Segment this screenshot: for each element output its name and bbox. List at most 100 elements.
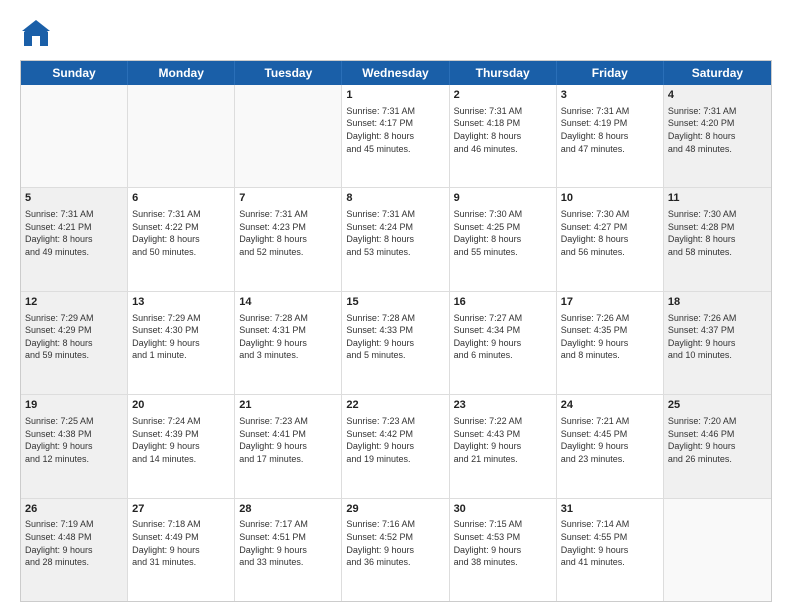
day-number: 10 bbox=[561, 191, 659, 206]
calendar-row-2: 12 Sunrise: 7:29 AM Sunset: 4:29 PM Dayli… bbox=[21, 292, 771, 395]
cell-info: Sunrise: 7:26 AM Sunset: 4:35 PM Dayligh… bbox=[561, 312, 659, 362]
cal-cell-empty-2 bbox=[235, 85, 342, 187]
day-number: 28 bbox=[239, 502, 337, 517]
day-number: 18 bbox=[668, 295, 767, 310]
calendar-row-0: 1 Sunrise: 7:31 AM Sunset: 4:17 PM Daylig… bbox=[21, 85, 771, 188]
cal-cell-24: 24 Sunrise: 7:21 AM Sunset: 4:45 PM Dayli… bbox=[557, 395, 664, 497]
day-number: 1 bbox=[346, 88, 444, 103]
calendar-row-4: 26Sunrise: 7:19 AM Sunset: 4:48 PM Dayli… bbox=[21, 499, 771, 601]
cal-cell-6: 6 Sunrise: 7:31 AM Sunset: 4:22 PM Daylig… bbox=[128, 188, 235, 290]
cal-cell-27: 27Sunrise: 7:18 AM Sunset: 4:49 PM Dayli… bbox=[128, 499, 235, 601]
day-number: 15 bbox=[346, 295, 444, 310]
day-number: 19 bbox=[25, 398, 123, 413]
day-number: 16 bbox=[454, 295, 552, 310]
cell-info: Sunrise: 7:22 AM Sunset: 4:43 PM Dayligh… bbox=[454, 415, 552, 465]
header-day-saturday: Saturday bbox=[664, 61, 771, 85]
page: SundayMondayTuesdayWednesdayThursdayFrid… bbox=[0, 0, 792, 612]
header-day-tuesday: Tuesday bbox=[235, 61, 342, 85]
cal-cell-25: 25 Sunrise: 7:20 AM Sunset: 4:46 PM Dayli… bbox=[664, 395, 771, 497]
header bbox=[20, 18, 772, 50]
cal-cell-12: 12 Sunrise: 7:29 AM Sunset: 4:29 PM Dayli… bbox=[21, 292, 128, 394]
cell-info: Sunrise: 7:28 AM Sunset: 4:33 PM Dayligh… bbox=[346, 312, 444, 362]
cal-cell-17: 17 Sunrise: 7:26 AM Sunset: 4:35 PM Dayli… bbox=[557, 292, 664, 394]
cell-info: Sunrise: 7:29 AM Sunset: 4:29 PM Dayligh… bbox=[25, 312, 123, 362]
calendar-header: SundayMondayTuesdayWednesdayThursdayFrid… bbox=[21, 61, 771, 85]
day-number: 13 bbox=[132, 295, 230, 310]
cal-cell-28: 28Sunrise: 7:17 AM Sunset: 4:51 PM Dayli… bbox=[235, 499, 342, 601]
cell-info: Sunrise: 7:25 AM Sunset: 4:38 PM Dayligh… bbox=[25, 415, 123, 465]
cell-info: Sunrise: 7:30 AM Sunset: 4:28 PM Dayligh… bbox=[668, 208, 767, 258]
day-number: 31 bbox=[561, 502, 659, 517]
cell-info: Sunrise: 7:14 AM Sunset: 4:55 PM Dayligh… bbox=[561, 518, 659, 568]
cell-info: Sunrise: 7:31 AM Sunset: 4:24 PM Dayligh… bbox=[346, 208, 444, 258]
day-number: 4 bbox=[668, 88, 767, 103]
cal-cell-29: 29Sunrise: 7:16 AM Sunset: 4:52 PM Dayli… bbox=[342, 499, 449, 601]
cell-info: Sunrise: 7:15 AM Sunset: 4:53 PM Dayligh… bbox=[454, 518, 552, 568]
cal-cell-20: 20 Sunrise: 7:24 AM Sunset: 4:39 PM Dayli… bbox=[128, 395, 235, 497]
cal-cell-7: 7 Sunrise: 7:31 AM Sunset: 4:23 PM Daylig… bbox=[235, 188, 342, 290]
cal-cell-empty-6 bbox=[664, 499, 771, 601]
cell-info: Sunrise: 7:26 AM Sunset: 4:37 PM Dayligh… bbox=[668, 312, 767, 362]
day-number: 27 bbox=[132, 502, 230, 517]
day-number: 7 bbox=[239, 191, 337, 206]
cal-cell-26: 26Sunrise: 7:19 AM Sunset: 4:48 PM Dayli… bbox=[21, 499, 128, 601]
header-day-thursday: Thursday bbox=[450, 61, 557, 85]
header-day-monday: Monday bbox=[128, 61, 235, 85]
cell-info: Sunrise: 7:31 AM Sunset: 4:19 PM Dayligh… bbox=[561, 105, 659, 155]
cal-cell-10: 10 Sunrise: 7:30 AM Sunset: 4:27 PM Dayli… bbox=[557, 188, 664, 290]
cell-info: Sunrise: 7:31 AM Sunset: 4:23 PM Dayligh… bbox=[239, 208, 337, 258]
day-number: 23 bbox=[454, 398, 552, 413]
day-number: 11 bbox=[668, 191, 767, 206]
day-number: 25 bbox=[668, 398, 767, 413]
day-number: 5 bbox=[25, 191, 123, 206]
cal-cell-30: 30Sunrise: 7:15 AM Sunset: 4:53 PM Dayli… bbox=[450, 499, 557, 601]
cell-info: Sunrise: 7:23 AM Sunset: 4:41 PM Dayligh… bbox=[239, 415, 337, 465]
cal-cell-15: 15 Sunrise: 7:28 AM Sunset: 4:33 PM Dayli… bbox=[342, 292, 449, 394]
day-number: 26 bbox=[25, 502, 123, 517]
header-day-friday: Friday bbox=[557, 61, 664, 85]
cal-cell-11: 11 Sunrise: 7:30 AM Sunset: 4:28 PM Dayli… bbox=[664, 188, 771, 290]
day-number: 14 bbox=[239, 295, 337, 310]
cell-info: Sunrise: 7:30 AM Sunset: 4:27 PM Dayligh… bbox=[561, 208, 659, 258]
cell-info: Sunrise: 7:31 AM Sunset: 4:17 PM Dayligh… bbox=[346, 105, 444, 155]
cal-cell-18: 18 Sunrise: 7:26 AM Sunset: 4:37 PM Dayli… bbox=[664, 292, 771, 394]
cell-info: Sunrise: 7:20 AM Sunset: 4:46 PM Dayligh… bbox=[668, 415, 767, 465]
cal-cell-8: 8 Sunrise: 7:31 AM Sunset: 4:24 PM Daylig… bbox=[342, 188, 449, 290]
logo-icon bbox=[20, 18, 52, 50]
day-number: 6 bbox=[132, 191, 230, 206]
cell-info: Sunrise: 7:27 AM Sunset: 4:34 PM Dayligh… bbox=[454, 312, 552, 362]
cell-info: Sunrise: 7:17 AM Sunset: 4:51 PM Dayligh… bbox=[239, 518, 337, 568]
cal-cell-empty-0 bbox=[21, 85, 128, 187]
header-day-sunday: Sunday bbox=[21, 61, 128, 85]
cell-info: Sunrise: 7:29 AM Sunset: 4:30 PM Dayligh… bbox=[132, 312, 230, 362]
day-number: 29 bbox=[346, 502, 444, 517]
cell-info: Sunrise: 7:31 AM Sunset: 4:21 PM Dayligh… bbox=[25, 208, 123, 258]
cell-info: Sunrise: 7:30 AM Sunset: 4:25 PM Dayligh… bbox=[454, 208, 552, 258]
cal-cell-4: 4Sunrise: 7:31 AM Sunset: 4:20 PM Daylig… bbox=[664, 85, 771, 187]
day-number: 3 bbox=[561, 88, 659, 103]
cell-info: Sunrise: 7:31 AM Sunset: 4:22 PM Dayligh… bbox=[132, 208, 230, 258]
logo bbox=[20, 18, 56, 50]
cell-info: Sunrise: 7:18 AM Sunset: 4:49 PM Dayligh… bbox=[132, 518, 230, 568]
cell-info: Sunrise: 7:16 AM Sunset: 4:52 PM Dayligh… bbox=[346, 518, 444, 568]
day-number: 9 bbox=[454, 191, 552, 206]
day-number: 24 bbox=[561, 398, 659, 413]
cal-cell-16: 16 Sunrise: 7:27 AM Sunset: 4:34 PM Dayli… bbox=[450, 292, 557, 394]
day-number: 8 bbox=[346, 191, 444, 206]
day-number: 17 bbox=[561, 295, 659, 310]
day-number: 21 bbox=[239, 398, 337, 413]
day-number: 20 bbox=[132, 398, 230, 413]
cal-cell-5: 5 Sunrise: 7:31 AM Sunset: 4:21 PM Daylig… bbox=[21, 188, 128, 290]
cell-info: Sunrise: 7:23 AM Sunset: 4:42 PM Dayligh… bbox=[346, 415, 444, 465]
cal-cell-22: 22Sunrise: 7:23 AM Sunset: 4:42 PM Dayli… bbox=[342, 395, 449, 497]
cal-cell-21: 21 Sunrise: 7:23 AM Sunset: 4:41 PM Dayli… bbox=[235, 395, 342, 497]
cal-cell-23: 23 Sunrise: 7:22 AM Sunset: 4:43 PM Dayli… bbox=[450, 395, 557, 497]
day-number: 12 bbox=[25, 295, 123, 310]
cal-cell-14: 14Sunrise: 7:28 AM Sunset: 4:31 PM Dayli… bbox=[235, 292, 342, 394]
calendar-body: 1 Sunrise: 7:31 AM Sunset: 4:17 PM Daylig… bbox=[21, 85, 771, 601]
day-number: 30 bbox=[454, 502, 552, 517]
cell-info: Sunrise: 7:24 AM Sunset: 4:39 PM Dayligh… bbox=[132, 415, 230, 465]
cal-cell-2: 2Sunrise: 7:31 AM Sunset: 4:18 PM Daylig… bbox=[450, 85, 557, 187]
cell-info: Sunrise: 7:21 AM Sunset: 4:45 PM Dayligh… bbox=[561, 415, 659, 465]
calendar-row-3: 19 Sunrise: 7:25 AM Sunset: 4:38 PM Dayli… bbox=[21, 395, 771, 498]
